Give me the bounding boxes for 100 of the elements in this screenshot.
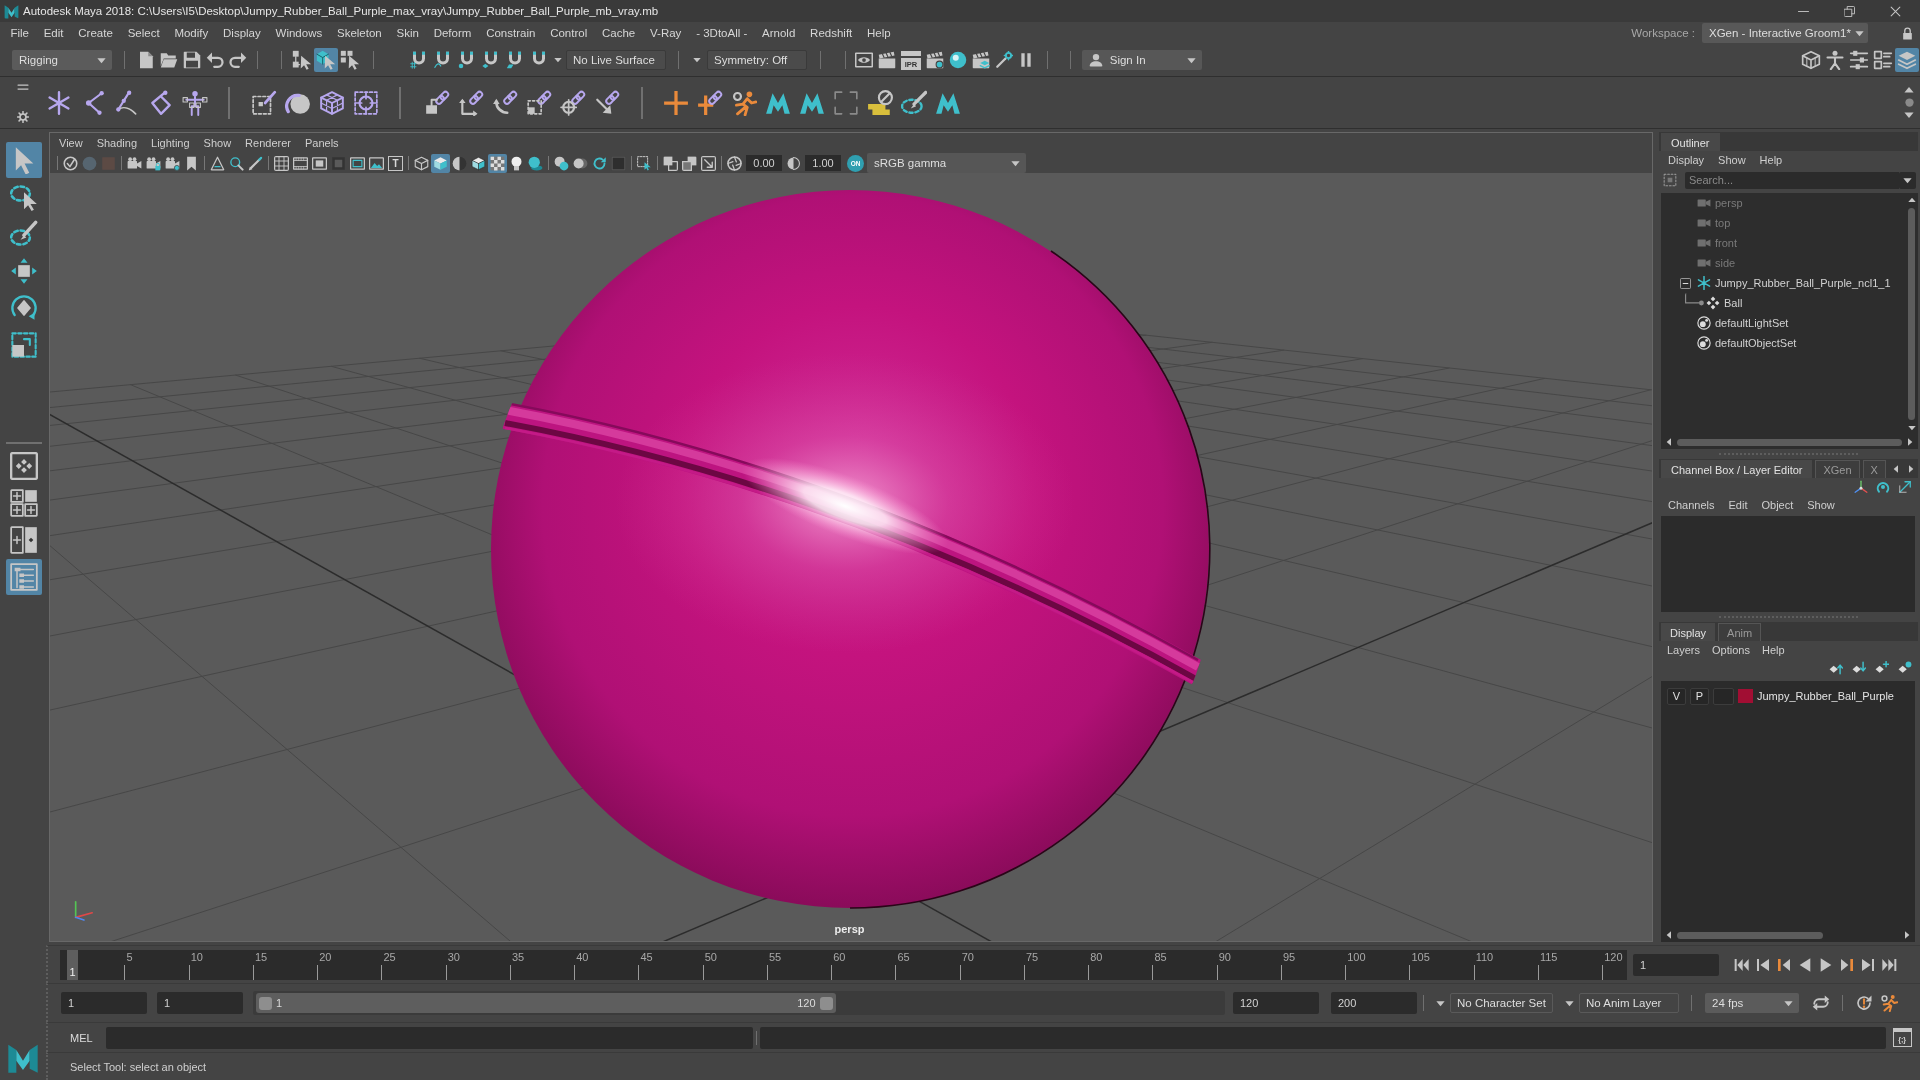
menu-item[interactable]: Edit xyxy=(36,27,71,39)
start-frame-field[interactable]: 1 xyxy=(61,992,147,1014)
panel-menu-item[interactable]: Layers xyxy=(1661,644,1707,656)
eye-window-icon[interactable] xyxy=(855,51,873,69)
grid-icon[interactable] xyxy=(274,155,289,171)
exposure-field[interactable]: 0.00 xyxy=(746,155,782,171)
drag-handle-icon[interactable] xyxy=(17,82,29,91)
search-field[interactable]: Search... xyxy=(1685,171,1899,189)
menu-item[interactable]: File xyxy=(3,27,37,39)
panel-tab[interactable]: Channel Box / Layer Editor xyxy=(1661,460,1813,478)
live-surface-field[interactable]: No Live Surface xyxy=(566,50,666,70)
menu-set-dropdown[interactable]: Rigging xyxy=(12,50,112,70)
folder-icon[interactable] xyxy=(160,51,178,69)
circular-arrow-icon[interactable] xyxy=(592,155,607,171)
circular-arrow-alert-icon[interactable] xyxy=(1855,994,1873,1012)
sign-in-dropdown[interactable]: Sign In xyxy=(1082,50,1202,70)
skip-to-start-icon[interactable] xyxy=(1734,956,1750,973)
caret-down-icon[interactable] xyxy=(693,56,701,64)
dashed-square-icon[interactable] xyxy=(1663,173,1677,187)
menu-item[interactable]: Windows xyxy=(268,27,330,39)
magnet-grid-icon[interactable] xyxy=(410,51,428,69)
caret-down-icon[interactable] xyxy=(1011,158,1020,168)
squares-cursor-icon[interactable] xyxy=(340,50,360,70)
panel-tab[interactable]: Display xyxy=(1661,623,1716,641)
panel-tab[interactable]: XGen xyxy=(1815,460,1860,478)
menu-item[interactable]: V-Ray xyxy=(642,27,689,39)
lasso-cursor-icon[interactable] xyxy=(10,183,38,211)
skip-to-end-icon[interactable] xyxy=(1881,956,1897,973)
caret-down-icon[interactable] xyxy=(1436,998,1445,1008)
chain-target-icon[interactable] xyxy=(560,89,586,116)
bookmark-icon[interactable] xyxy=(184,155,199,171)
axes-icon[interactable] xyxy=(1854,480,1868,494)
menu-item[interactable]: Skin xyxy=(389,27,427,39)
play-icon[interactable] xyxy=(1818,956,1834,973)
overlap-squares-icon[interactable] xyxy=(663,155,678,171)
caret-right-icon[interactable] xyxy=(1906,438,1914,446)
outliner-item[interactable]: Ball xyxy=(1724,297,1743,309)
spheres-icon[interactable] xyxy=(554,155,569,171)
wand-gear-icon[interactable] xyxy=(995,51,1013,69)
playback-start-field[interactable]: 1 xyxy=(157,992,243,1014)
color-swatch-icon[interactable] xyxy=(1738,689,1753,703)
diamond-dot-icon[interactable] xyxy=(1898,661,1912,675)
scrollbar-thumb[interactable] xyxy=(1677,438,1902,446)
clapperboard-gear-icon[interactable] xyxy=(926,51,944,69)
panel-menu-item[interactable]: Help xyxy=(1752,154,1790,166)
user-icon[interactable] xyxy=(1089,53,1103,67)
panel-menu-item[interactable]: Shading xyxy=(89,137,145,149)
sphere-shadow-icon[interactable] xyxy=(528,155,543,171)
panel-menu-item[interactable]: Object xyxy=(1754,499,1801,511)
clapperboard-icon[interactable] xyxy=(878,51,896,69)
panel-menu-item[interactable]: Panels xyxy=(297,137,346,149)
visibility-toggle[interactable]: V xyxy=(1667,687,1686,705)
restore-icon[interactable] xyxy=(1844,5,1855,17)
chain-axes-icon[interactable] xyxy=(458,89,484,116)
menu-item[interactable]: Constrain xyxy=(478,27,543,39)
symmetry-dropdown[interactable]: Symmetry: Off xyxy=(707,50,807,70)
playback-toggle[interactable]: P xyxy=(1690,687,1709,705)
scale-box-icon[interactable] xyxy=(10,331,38,359)
command-input-field[interactable] xyxy=(105,1026,753,1049)
caret-down-icon[interactable] xyxy=(97,55,106,65)
triangle-icon[interactable] xyxy=(210,155,225,171)
caret-down-icon[interactable] xyxy=(554,56,562,64)
fps-dropdown[interactable]: 24 fps xyxy=(1705,993,1799,1013)
overlap-squares-icon[interactable] xyxy=(682,155,697,171)
panel-menu-item[interactable]: Show xyxy=(196,137,239,149)
asterisk-icon[interactable] xyxy=(46,89,72,116)
dashed-cursor-icon[interactable] xyxy=(637,155,652,171)
end-frame-field[interactable]: 200 xyxy=(1331,992,1417,1014)
chain-box-icon[interactable] xyxy=(424,89,450,116)
checker-icon[interactable] xyxy=(488,153,507,173)
film-strip-icon[interactable] xyxy=(293,155,308,171)
diamond-up-arrow-icon[interactable] xyxy=(1829,661,1843,675)
workspace-dropdown[interactable]: XGen - Interactive Groom1* xyxy=(1702,23,1868,43)
layers-icon[interactable] xyxy=(1895,48,1919,72)
four-view-icon[interactable] xyxy=(10,489,38,517)
wire-cube-icon[interactable] xyxy=(471,155,486,171)
caret-right-icon[interactable] xyxy=(1907,464,1915,473)
caret-up-icon[interactable] xyxy=(1904,85,1914,95)
gate-icon[interactable] xyxy=(312,155,327,171)
view-transform-dropdown[interactable]: sRGB gamma xyxy=(867,153,1026,173)
script-language-button[interactable]: MEL xyxy=(70,1031,93,1044)
panel-menu-item[interactable]: Renderer xyxy=(238,137,298,149)
panel-menu-item[interactable]: Edit xyxy=(1721,499,1755,511)
joint-loop-icon[interactable] xyxy=(148,89,174,116)
diagonal-arrow-icon[interactable] xyxy=(1898,480,1912,494)
magnet-diamond-icon[interactable] xyxy=(482,51,500,69)
panel-menu-item[interactable]: Help xyxy=(1755,644,1791,656)
menu-item[interactable]: Deform xyxy=(426,27,479,39)
camera-gear-icon[interactable] xyxy=(165,155,180,171)
undo-arrow-icon[interactable] xyxy=(206,51,224,69)
diamond-down-arrow-icon[interactable] xyxy=(1852,661,1866,675)
clapperboard-layers-icon[interactable] xyxy=(972,51,990,69)
menu-item[interactable]: Redshift xyxy=(802,27,860,39)
caret-left-icon[interactable] xyxy=(1665,438,1673,446)
brush-ring-icon[interactable] xyxy=(901,89,927,116)
magnifier-icon[interactable] xyxy=(229,155,244,171)
safe-frame-icon[interactable] xyxy=(350,155,365,171)
playback-end-field[interactable]: 120 xyxy=(1233,992,1319,1014)
camera-lock-icon[interactable] xyxy=(146,155,161,171)
panel-menu-item[interactable]: Lighting xyxy=(144,137,197,149)
